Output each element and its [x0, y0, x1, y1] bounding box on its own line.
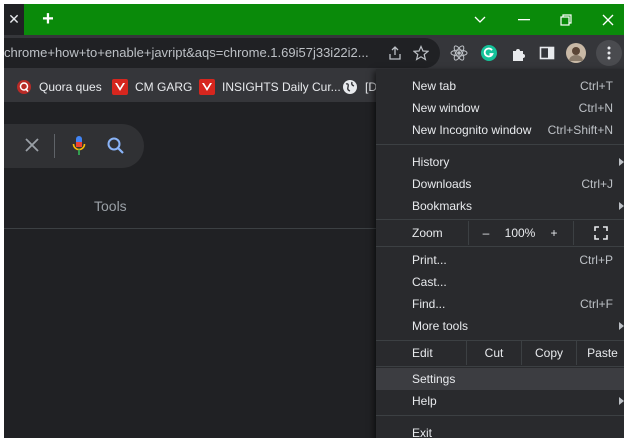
- bookmark-label: CM GARG: [135, 79, 193, 94]
- restore-button[interactable]: [544, 4, 588, 35]
- minimize-icon: [518, 18, 530, 20]
- menu-item-new-window[interactable]: New window Ctrl+N: [376, 97, 624, 119]
- menu-separator: [376, 246, 624, 247]
- zoom-out-button[interactable]: –: [469, 221, 503, 245]
- menu-item-new-tab[interactable]: New tab Ctrl+T: [376, 75, 624, 97]
- profile-avatar[interactable]: [565, 42, 587, 64]
- address-bar[interactable]: chrome+how+to+enable+javript&aqs=chrome.…: [4, 38, 440, 68]
- fullscreen-icon: [594, 226, 608, 240]
- menu-item-downloads[interactable]: Downloads Ctrl+J: [376, 173, 624, 195]
- submenu-arrow-icon: [619, 322, 624, 330]
- title-bar: ✕ +: [4, 4, 624, 35]
- bookmark-d[interactable]: [D: [342, 71, 377, 102]
- bookmark-insights[interactable]: INSIGHTS Daily Cur...: [199, 71, 341, 102]
- menu-item-help[interactable]: Help: [376, 390, 624, 412]
- bookmark-quora[interactable]: Quora ques: [16, 71, 102, 102]
- star-icon[interactable]: [410, 42, 432, 64]
- close-window-button[interactable]: [586, 4, 624, 35]
- fullscreen-button[interactable]: [574, 221, 624, 245]
- zoom-in-button[interactable]: +: [537, 221, 571, 245]
- restore-icon: [560, 13, 572, 26]
- submenu-arrow-icon: [619, 158, 624, 166]
- search-divider: [54, 134, 55, 158]
- toolbar: chrome+how+to+enable+javript&aqs=chrome.…: [4, 35, 624, 71]
- url-text[interactable]: chrome+how+to+enable+javript&aqs=chrome.…: [4, 38, 374, 68]
- bookmark-label: INSIGHTS Daily Cur...: [222, 79, 341, 94]
- menu-separator: [376, 219, 624, 220]
- tab-search-button[interactable]: [458, 4, 502, 35]
- chrome-main-menu: New tab Ctrl+T New window Ctrl+N New Inc…: [376, 69, 624, 438]
- cut-button[interactable]: Cut: [467, 341, 521, 365]
- menu-separator: [376, 144, 624, 145]
- menu-item-print[interactable]: Print... Ctrl+P: [376, 249, 624, 271]
- edit-label: Edit: [412, 346, 433, 360]
- chevron-down-icon: [474, 16, 486, 23]
- minimize-button[interactable]: [502, 4, 546, 35]
- globe-icon: [342, 79, 358, 95]
- menu-item-exit[interactable]: Exit: [376, 422, 624, 438]
- menu-item-new-incognito-window[interactable]: New Incognito window Ctrl+Shift+N: [376, 119, 624, 141]
- insights-icon: [112, 78, 128, 95]
- quora-icon: [16, 79, 32, 95]
- microphone-icon[interactable]: [72, 135, 86, 162]
- tab-close-button[interactable]: ✕: [4, 4, 24, 35]
- google-search-box[interactable]: [4, 124, 144, 168]
- menu-item-cast[interactable]: Cast...: [376, 271, 624, 293]
- side-panel-icon[interactable]: [536, 42, 558, 64]
- menu-item-history[interactable]: History: [376, 151, 624, 173]
- copy-button[interactable]: Copy: [522, 341, 576, 365]
- more-vert-icon: [607, 46, 611, 60]
- tools-button[interactable]: Tools: [94, 198, 127, 214]
- share-icon[interactable]: [384, 42, 406, 64]
- submenu-arrow-icon: [619, 397, 624, 405]
- zoom-level: 100%: [504, 226, 536, 240]
- paste-button[interactable]: Paste: [577, 341, 624, 365]
- menu-separator: [376, 366, 624, 367]
- menu-item-more-tools[interactable]: More tools: [376, 315, 624, 337]
- submenu-arrow-icon: [619, 202, 624, 210]
- menu-item-settings[interactable]: Settings: [376, 368, 624, 390]
- zoom-label: Zoom: [412, 226, 443, 240]
- close-icon: [602, 14, 614, 25]
- react-devtools-icon[interactable]: [448, 42, 470, 64]
- new-tab-button[interactable]: +: [38, 9, 58, 29]
- insights-icon: [199, 78, 215, 95]
- browser-window: ✕ + chrome+how+to+enable+javript&aqs=chr…: [4, 4, 624, 438]
- bookmark-label: Quora ques: [39, 79, 102, 94]
- menu-separator: [376, 415, 624, 416]
- clear-search-icon[interactable]: [24, 137, 40, 158]
- menu-item-find[interactable]: Find... Ctrl+F: [376, 293, 624, 315]
- menu-item-bookmarks[interactable]: Bookmarks: [376, 195, 624, 217]
- search-icon[interactable]: [107, 137, 125, 160]
- grammarly-icon[interactable]: [478, 42, 500, 64]
- extensions-icon[interactable]: [508, 42, 530, 64]
- bookmark-cm-garg[interactable]: CM GARG: [112, 71, 192, 102]
- chrome-menu-button[interactable]: [596, 40, 622, 66]
